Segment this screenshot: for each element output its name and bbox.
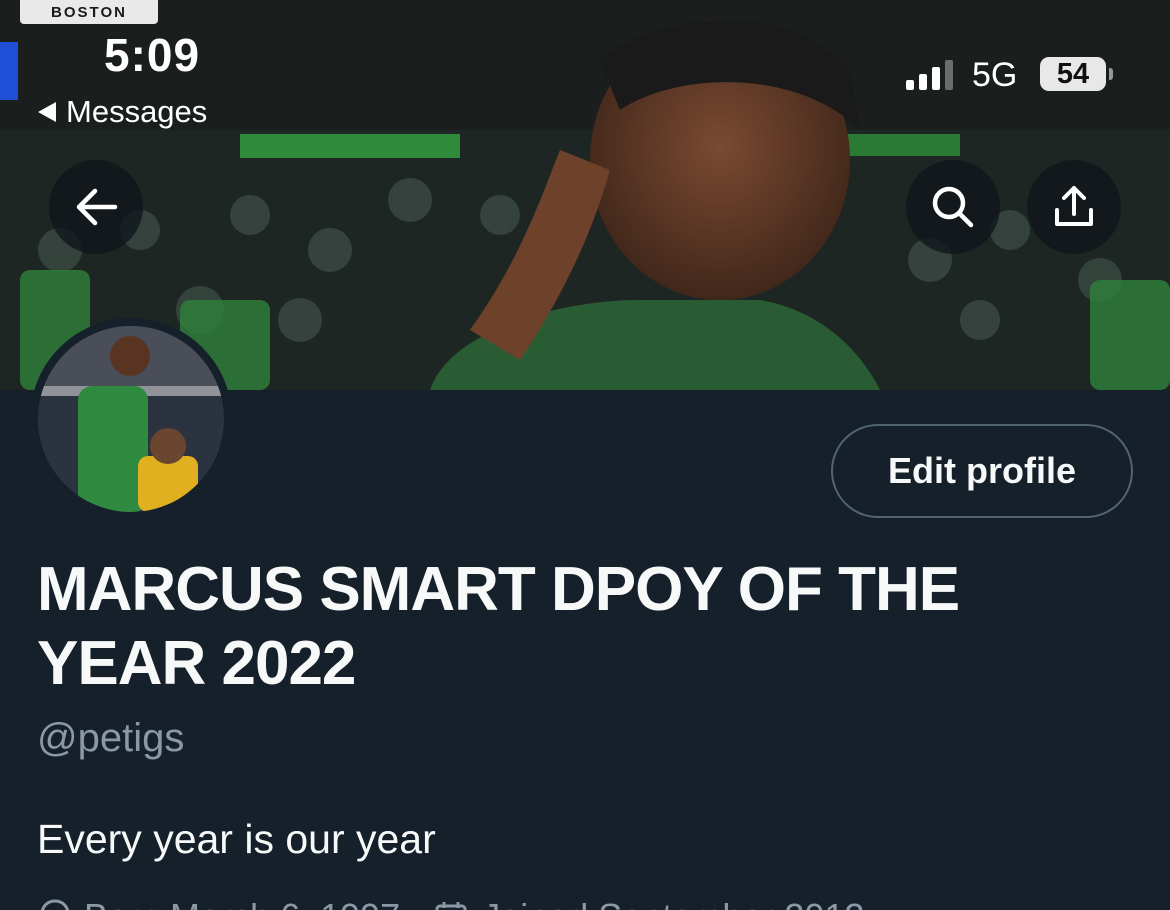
- battery-icon: 54: [1040, 57, 1106, 91]
- share-icon: [1055, 186, 1093, 226]
- scoreboard-edge: [0, 42, 18, 100]
- back-button[interactable]: [49, 160, 143, 254]
- birth-date: Born March 6, 1997: [84, 896, 400, 910]
- back-to-messages-link[interactable]: Messages: [38, 94, 207, 130]
- back-triangle-icon: [38, 102, 56, 122]
- profile-meta-row: Born March 6, 1997 Joined September 2013: [40, 896, 864, 910]
- back-to-messages-label: Messages: [66, 94, 208, 129]
- network-type: 5G: [972, 56, 1018, 94]
- joined-date: Joined September 2013: [482, 896, 864, 910]
- battery-nub: [1109, 68, 1113, 80]
- profile-avatar[interactable]: [30, 318, 232, 520]
- share-button[interactable]: [1027, 160, 1121, 254]
- status-time: 5:09: [104, 29, 201, 81]
- arrow-left-icon: [76, 188, 118, 226]
- profile-screen: BOSTON 5:09 Messages 5G 54 Edit profile …: [0, 0, 1170, 910]
- avatar-image: [38, 326, 224, 512]
- broadcast-logo: BOSTON: [20, 0, 158, 24]
- search-icon: [932, 186, 974, 228]
- location-pin-icon: [41, 899, 69, 910]
- cellular-signal-icon: [906, 58, 953, 90]
- profile-handle: @petigs: [37, 716, 185, 760]
- profile-bio: Every year is our year: [37, 816, 436, 862]
- display-name: MARCUS SMART DPOY OF THE YEAR 2022: [37, 555, 960, 698]
- edit-profile-button[interactable]: Edit profile: [831, 424, 1133, 518]
- search-button[interactable]: [906, 160, 1000, 254]
- calendar-icon: [435, 902, 467, 910]
